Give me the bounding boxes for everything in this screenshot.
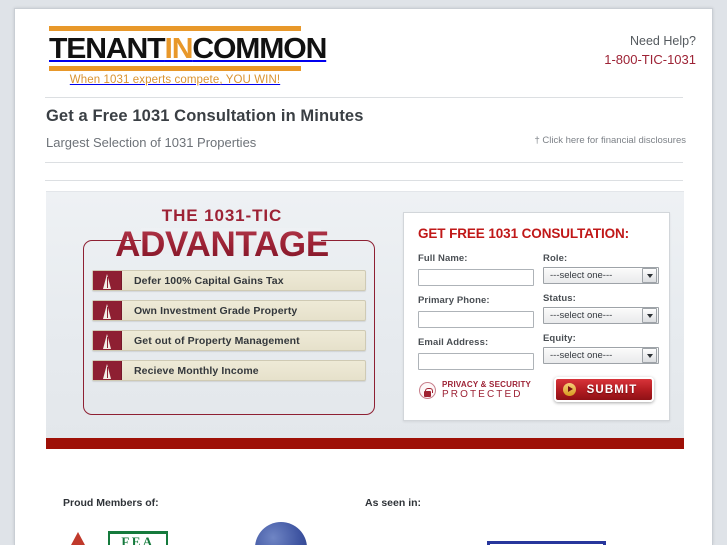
- privacy-text: PRIVACY & SECURITY PROTECTED: [442, 380, 532, 401]
- role-select[interactable]: ---select one---: [543, 267, 659, 284]
- status-selected-value: ---select one---: [550, 310, 613, 321]
- hero-section: THE 1031-TIC ADVANTAGE Defer 100% Capita…: [46, 191, 684, 438]
- privacy-badge: PRIVACY & SECURITY PROTECTED: [419, 380, 532, 401]
- full-name-group: Full Name:: [418, 253, 534, 286]
- help-block: Need Help? 1-800-TIC-1031: [604, 33, 696, 69]
- hero-red-bar: [46, 438, 684, 449]
- email-label: Email Address:: [418, 337, 489, 348]
- logo-tagline: When 1031 experts compete, YOU WIN!: [69, 74, 281, 86]
- role-selected-value: ---select one---: [550, 270, 613, 281]
- chevron-down-icon[interactable]: [642, 348, 657, 363]
- logo-word-mid: IN: [164, 33, 193, 65]
- play-arrow-icon: [563, 383, 576, 396]
- benefit-item: Recieve Monthly Income: [92, 360, 366, 381]
- headline-block: Get a Free 1031 Consultation in Minutes …: [46, 107, 686, 150]
- fea-logo-box: FEA: [108, 531, 168, 545]
- site-logo[interactable]: TENANTINCOMMON When 1031 experts compete…: [49, 26, 327, 86]
- tower-icon: [93, 361, 122, 380]
- status-select[interactable]: ---select one---: [543, 307, 659, 324]
- equity-group: Equity: ---select one---: [543, 333, 659, 364]
- benefit-label: Recieve Monthly Income: [134, 364, 259, 377]
- barrons-logo: BARRON'S: [487, 541, 607, 545]
- privacy-line1: PRIVACY & SECURITY: [442, 380, 532, 389]
- hero-top-divider: [45, 180, 683, 181]
- chevron-down-icon[interactable]: [642, 268, 657, 283]
- chevron-down-icon[interactable]: [642, 308, 657, 323]
- logo-wordmark: TENANTINCOMMON: [49, 33, 327, 65]
- fea-logo: FEA Federation of Exchange Accommodators: [108, 531, 168, 545]
- logo-top-rule: [49, 26, 301, 31]
- email-group: Email Address:: [418, 337, 534, 370]
- page-title: Get a Free 1031 Consultation in Minutes: [46, 107, 364, 125]
- benefit-item: Own Investment Grade Property: [92, 300, 366, 321]
- equity-select[interactable]: ---select one---: [543, 347, 659, 364]
- header-divider: [45, 97, 683, 98]
- full-name-input[interactable]: [418, 269, 534, 286]
- benefit-item: Get out of Property Management: [92, 330, 366, 351]
- form-column-right: Role: ---select one--- Status: ---select…: [543, 253, 659, 379]
- equity-label: Equity:: [543, 333, 576, 344]
- primary-phone-group: Primary Phone:: [418, 295, 534, 328]
- triangle-logo: [63, 532, 93, 545]
- status-group: Status: ---select one---: [543, 293, 659, 324]
- site-footer: Proud Members of: As seen in: FEA Federa…: [15, 464, 712, 545]
- primary-phone-label: Primary Phone:: [418, 295, 490, 306]
- consultation-form: GET FREE 1031 CONSULTATION: Full Name: P…: [403, 212, 670, 421]
- tower-icon: [93, 331, 122, 350]
- members-label: Proud Members of:: [63, 497, 159, 509]
- form-title: GET FREE 1031 CONSULTATION:: [418, 226, 630, 241]
- benefit-label: Defer 100% Capital Gains Tax: [134, 274, 284, 287]
- headline-divider: [45, 162, 683, 163]
- tower-icon: [93, 271, 122, 290]
- email-input[interactable]: [418, 353, 534, 370]
- as-seen-in-label: As seen in:: [365, 497, 422, 509]
- content-container: TENANTINCOMMON When 1031 experts compete…: [14, 8, 713, 545]
- advantage-panel: THE 1031-TIC ADVANTAGE Defer 100% Capita…: [46, 192, 398, 439]
- primary-phone-input[interactable]: [418, 311, 534, 328]
- wsj-logo: WSJ: [255, 522, 307, 545]
- logo-word-part2: COMMON: [192, 33, 327, 65]
- logo-bottom-rule: [49, 66, 301, 71]
- wsj-logo-text: WSJ: [260, 540, 302, 545]
- form-column-left: Full Name: Primary Phone: Email Address:: [418, 253, 534, 379]
- equity-selected-value: ---select one---: [550, 350, 613, 361]
- benefit-item: Defer 100% Capital Gains Tax: [92, 270, 366, 291]
- role-group: Role: ---select one---: [543, 253, 659, 284]
- benefit-list: Defer 100% Capital Gains Tax Own Investm…: [92, 270, 366, 390]
- benefit-label: Own Investment Grade Property: [134, 304, 298, 317]
- status-label: Status:: [543, 293, 576, 304]
- site-header: TENANTINCOMMON When 1031 experts compete…: [15, 9, 712, 95]
- submit-label: SUBMIT: [586, 383, 638, 396]
- logo-word-part1: TENANT: [49, 33, 166, 65]
- fea-logo-text: FEA: [110, 534, 166, 545]
- submit-button[interactable]: SUBMIT: [554, 377, 654, 402]
- privacy-line2: PROTECTED: [442, 389, 523, 401]
- financial-disclosures-link[interactable]: † Click here for financial disclosures: [534, 135, 686, 146]
- advantage-title: ADVANTAGE: [46, 225, 398, 265]
- help-phone-number[interactable]: 1-800-TIC-1031: [604, 51, 696, 69]
- form-fields: Full Name: Primary Phone: Email Address:: [418, 253, 660, 379]
- role-label: Role:: [543, 253, 568, 264]
- advantage-eyebrow: THE 1031-TIC: [161, 206, 283, 225]
- lock-icon: [419, 382, 436, 400]
- benefit-label: Get out of Property Management: [134, 334, 300, 347]
- full-name-label: Full Name:: [418, 253, 468, 264]
- tower-icon: [93, 301, 122, 320]
- help-label: Need Help?: [629, 34, 696, 48]
- page-root: TENANTINCOMMON When 1031 experts compete…: [0, 0, 727, 545]
